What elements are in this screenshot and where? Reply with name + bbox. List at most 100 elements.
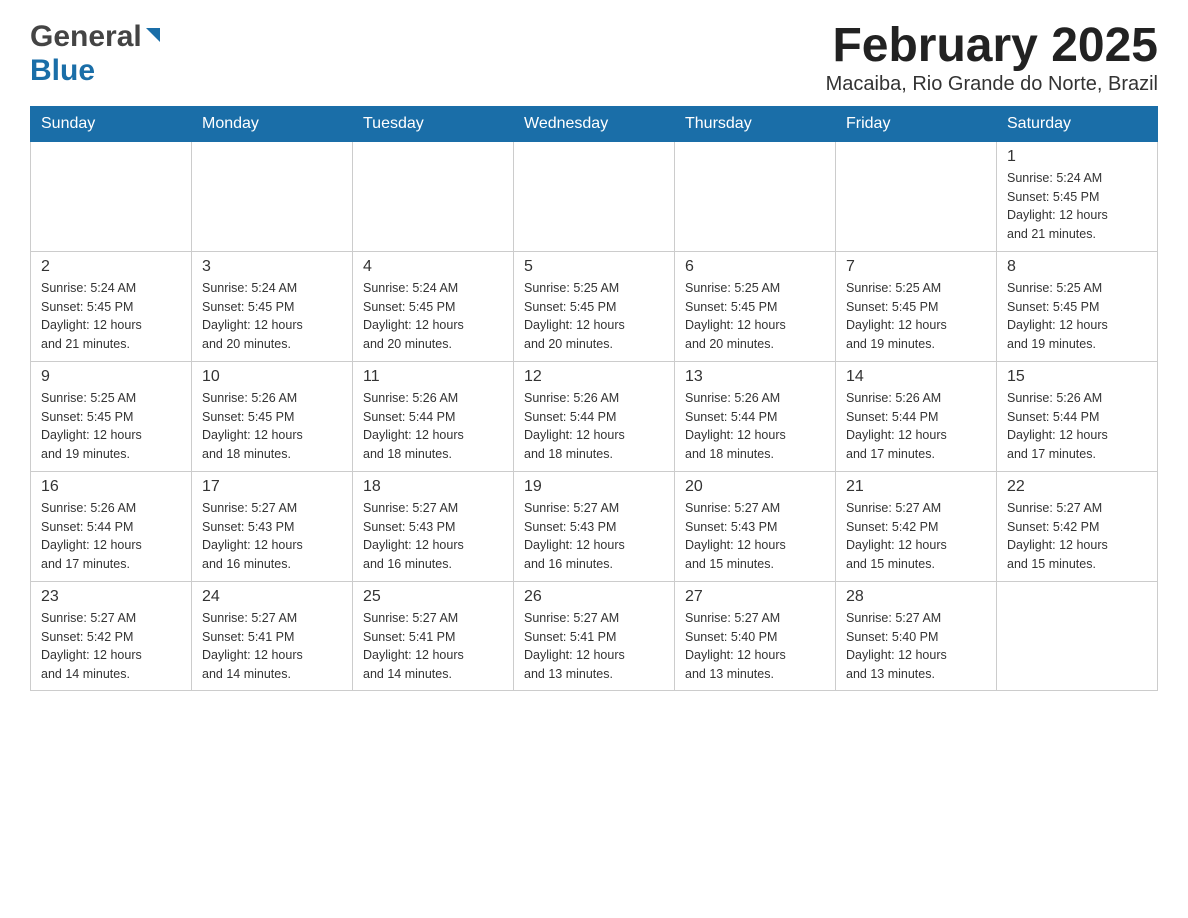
day-info: Sunrise: 5:27 AM Sunset: 5:43 PM Dayligh… xyxy=(524,499,664,574)
day-info: Sunrise: 5:24 AM Sunset: 5:45 PM Dayligh… xyxy=(363,279,503,354)
calendar-week-row: 23 Sunrise: 5:27 AM Sunset: 5:42 PM Dayli… xyxy=(31,581,1158,690)
col-thursday: Thursday xyxy=(675,106,836,141)
day-info: Sunrise: 5:27 AM Sunset: 5:43 PM Dayligh… xyxy=(202,499,342,574)
calendar-week-row: 16 Sunrise: 5:26 AM Sunset: 5:44 PM Dayli… xyxy=(31,471,1158,581)
day-info: Sunrise: 5:26 AM Sunset: 5:44 PM Dayligh… xyxy=(685,389,825,464)
day-info: Sunrise: 5:27 AM Sunset: 5:41 PM Dayligh… xyxy=(524,609,664,684)
logo-general-text: General xyxy=(30,20,142,54)
day-number: 7 xyxy=(846,258,986,276)
table-row: 25Sunrise: 5:27 AM Sunset: 5:41 PM Dayli… xyxy=(353,581,514,690)
day-number: 12 xyxy=(524,368,664,386)
day-info: Sunrise: 5:24 AM Sunset: 5:45 PM Dayligh… xyxy=(202,279,342,354)
day-info: Sunrise: 5:26 AM Sunset: 5:44 PM Dayligh… xyxy=(524,389,664,464)
day-number: 14 xyxy=(846,368,986,386)
day-number: 5 xyxy=(524,258,664,276)
day-number: 27 xyxy=(685,588,825,606)
day-info: Sunrise: 5:25 AM Sunset: 5:45 PM Dayligh… xyxy=(685,279,825,354)
col-monday: Monday xyxy=(192,106,353,141)
logo-arrow-icon xyxy=(142,24,164,51)
day-info: Sunrise: 5:25 AM Sunset: 5:45 PM Dayligh… xyxy=(524,279,664,354)
day-info: Sunrise: 5:26 AM Sunset: 5:44 PM Dayligh… xyxy=(846,389,986,464)
table-row: 24 Sunrise: 5:27 AM Sunset: 5:41 PM Dayli… xyxy=(192,581,353,690)
calendar-title: February 2025 xyxy=(826,20,1158,73)
day-number: 21 xyxy=(846,478,986,496)
day-info: Sunrise: 5:27 AM Sunset: 5:43 PM Dayligh… xyxy=(363,499,503,574)
table-row xyxy=(514,141,675,251)
table-row: 14 Sunrise: 5:26 AM Sunset: 5:44 PM Dayli… xyxy=(836,361,997,471)
calendar-week-row: 1 Sunrise: 5:24 AM Sunset: 5:45 PM Daylig… xyxy=(31,141,1158,251)
table-row: 1 Sunrise: 5:24 AM Sunset: 5:45 PM Daylig… xyxy=(997,141,1158,251)
table-row: 7Sunrise: 5:25 AM Sunset: 5:45 PM Daylig… xyxy=(836,251,997,361)
day-info: Sunrise: 5:24 AM Sunset: 5:45 PM Dayligh… xyxy=(41,279,181,354)
page-header: General Blue February 2025 Macaiba, Rio … xyxy=(30,20,1158,96)
table-row: 6 Sunrise: 5:25 AM Sunset: 5:45 PM Daylig… xyxy=(675,251,836,361)
day-info: Sunrise: 5:25 AM Sunset: 5:45 PM Dayligh… xyxy=(41,389,181,464)
calendar-table: Sunday Monday Tuesday Wednesday Thursday… xyxy=(30,106,1158,691)
day-number: 8 xyxy=(1007,258,1147,276)
day-info: Sunrise: 5:26 AM Sunset: 5:44 PM Dayligh… xyxy=(41,499,181,574)
day-info: Sunrise: 5:27 AM Sunset: 5:43 PM Dayligh… xyxy=(685,499,825,574)
table-row: 19 Sunrise: 5:27 AM Sunset: 5:43 PM Dayli… xyxy=(514,471,675,581)
table-row: 21 Sunrise: 5:27 AM Sunset: 5:42 PM Dayli… xyxy=(836,471,997,581)
day-info: Sunrise: 5:24 AM Sunset: 5:45 PM Dayligh… xyxy=(1007,169,1147,244)
table-row: 23 Sunrise: 5:27 AM Sunset: 5:42 PM Dayli… xyxy=(31,581,192,690)
day-number: 6 xyxy=(685,258,825,276)
day-number: 16 xyxy=(41,478,181,496)
day-number: 13 xyxy=(685,368,825,386)
calendar-header-row: Sunday Monday Tuesday Wednesday Thursday… xyxy=(31,106,1158,141)
day-number: 2 xyxy=(41,258,181,276)
day-info: Sunrise: 5:27 AM Sunset: 5:40 PM Dayligh… xyxy=(685,609,825,684)
day-number: 23 xyxy=(41,588,181,606)
day-info: Sunrise: 5:27 AM Sunset: 5:42 PM Dayligh… xyxy=(41,609,181,684)
day-number: 9 xyxy=(41,368,181,386)
day-info: Sunrise: 5:27 AM Sunset: 5:41 PM Dayligh… xyxy=(202,609,342,684)
day-number: 24 xyxy=(202,588,342,606)
logo-blue-text: Blue xyxy=(30,54,95,87)
calendar-week-row: 9 Sunrise: 5:25 AM Sunset: 5:45 PM Daylig… xyxy=(31,361,1158,471)
table-row xyxy=(997,581,1158,690)
table-row: 13 Sunrise: 5:26 AM Sunset: 5:44 PM Dayli… xyxy=(675,361,836,471)
table-row: 5 Sunrise: 5:25 AM Sunset: 5:45 PM Daylig… xyxy=(514,251,675,361)
col-sunday: Sunday xyxy=(31,106,192,141)
logo: General Blue xyxy=(30,20,164,88)
table-row: 20 Sunrise: 5:27 AM Sunset: 5:43 PM Dayli… xyxy=(675,471,836,581)
day-number: 10 xyxy=(202,368,342,386)
day-number: 3 xyxy=(202,258,342,276)
table-row: 2 Sunrise: 5:24 AM Sunset: 5:45 PM Daylig… xyxy=(31,251,192,361)
day-info: Sunrise: 5:26 AM Sunset: 5:44 PM Dayligh… xyxy=(1007,389,1147,464)
table-row: 10 Sunrise: 5:26 AM Sunset: 5:45 PM Dayli… xyxy=(192,361,353,471)
table-row xyxy=(353,141,514,251)
day-info: Sunrise: 5:27 AM Sunset: 5:41 PM Dayligh… xyxy=(363,609,503,684)
table-row: 8 Sunrise: 5:25 AM Sunset: 5:45 PM Daylig… xyxy=(997,251,1158,361)
day-number: 4 xyxy=(363,258,503,276)
table-row xyxy=(836,141,997,251)
day-info: Sunrise: 5:26 AM Sunset: 5:45 PM Dayligh… xyxy=(202,389,342,464)
col-saturday: Saturday xyxy=(997,106,1158,141)
day-number: 28 xyxy=(846,588,986,606)
day-number: 20 xyxy=(685,478,825,496)
table-row: 28 Sunrise: 5:27 AM Sunset: 5:40 PM Dayli… xyxy=(836,581,997,690)
table-row: 18Sunrise: 5:27 AM Sunset: 5:43 PM Dayli… xyxy=(353,471,514,581)
day-number: 17 xyxy=(202,478,342,496)
day-number: 11 xyxy=(363,368,503,386)
calendar-week-row: 2 Sunrise: 5:24 AM Sunset: 5:45 PM Daylig… xyxy=(31,251,1158,361)
table-row: 26Sunrise: 5:27 AM Sunset: 5:41 PM Dayli… xyxy=(514,581,675,690)
table-row: 22Sunrise: 5:27 AM Sunset: 5:42 PM Dayli… xyxy=(997,471,1158,581)
table-row: 4 Sunrise: 5:24 AM Sunset: 5:45 PM Daylig… xyxy=(353,251,514,361)
day-info: Sunrise: 5:27 AM Sunset: 5:42 PM Dayligh… xyxy=(846,499,986,574)
table-row: 27 Sunrise: 5:27 AM Sunset: 5:40 PM Dayli… xyxy=(675,581,836,690)
table-row xyxy=(31,141,192,251)
day-info: Sunrise: 5:27 AM Sunset: 5:40 PM Dayligh… xyxy=(846,609,986,684)
table-row: 17 Sunrise: 5:27 AM Sunset: 5:43 PM Dayli… xyxy=(192,471,353,581)
table-row: 12 Sunrise: 5:26 AM Sunset: 5:44 PM Dayli… xyxy=(514,361,675,471)
day-number: 22 xyxy=(1007,478,1147,496)
table-row: 9 Sunrise: 5:25 AM Sunset: 5:45 PM Daylig… xyxy=(31,361,192,471)
day-info: Sunrise: 5:25 AM Sunset: 5:45 PM Dayligh… xyxy=(1007,279,1147,354)
day-number: 19 xyxy=(524,478,664,496)
table-row: 3 Sunrise: 5:24 AM Sunset: 5:45 PM Daylig… xyxy=(192,251,353,361)
day-number: 1 xyxy=(1007,148,1147,166)
table-row: 16 Sunrise: 5:26 AM Sunset: 5:44 PM Dayli… xyxy=(31,471,192,581)
table-row xyxy=(192,141,353,251)
table-row xyxy=(675,141,836,251)
col-friday: Friday xyxy=(836,106,997,141)
